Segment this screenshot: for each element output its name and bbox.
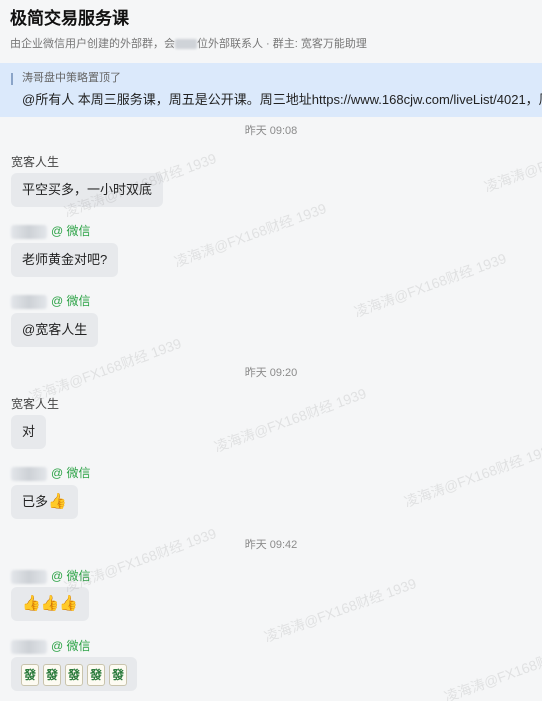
sender-name[interactable]: @ 微信 bbox=[11, 567, 91, 584]
subtitle-prefix: 由企业微信用户创建的外部群，会 bbox=[10, 38, 175, 50]
wechat-source-label: @ 微信 bbox=[51, 569, 91, 583]
message-text: 已多 bbox=[22, 494, 49, 509]
watermark: 凌海涛@FX168财经 1939 bbox=[352, 250, 509, 320]
wechat-source-label: @ 微信 bbox=[51, 466, 91, 480]
mahjong-fa-tile-icon: 發 bbox=[43, 663, 61, 686]
thumbs-up-icon: 👍 bbox=[59, 595, 79, 612]
subtitle-suffix: 位外部联系人 · 群主: 宽客万能助理 bbox=[197, 38, 367, 50]
watermark: 凌海涛@FX168财经 1939 bbox=[262, 575, 419, 645]
mahjong-fa-tile-icon: 發 bbox=[109, 663, 127, 686]
sender-name[interactable]: 宽客人生 bbox=[11, 153, 59, 170]
message-bubble[interactable]: 平空买多，一小时双底 bbox=[11, 173, 164, 207]
pinned-message[interactable]: 涛哥盘中策略置顶了 @所有人 本周三服务课，周五是公开课。周三地址https:/… bbox=[0, 63, 542, 117]
message-bubble[interactable]: 老师黄金对吧? bbox=[11, 243, 119, 277]
redacted-name bbox=[11, 224, 47, 239]
timestamp: 昨天 09:08 bbox=[244, 125, 298, 137]
thumbs-up-icon: 👍 bbox=[48, 493, 67, 510]
pinned-accent-bar bbox=[11, 73, 13, 85]
chat-subtitle: 由企业微信用户创建的外部群，会 位外部联系人 · 群主: 宽客万能助理 bbox=[10, 35, 532, 51]
mahjong-fa-tile-icon: 發 bbox=[65, 663, 83, 686]
watermark: 凌海涛@FX168财经 1939 bbox=[402, 440, 542, 510]
redacted-name bbox=[11, 639, 47, 654]
mahjong-fa-tile-icon: 發 bbox=[21, 663, 39, 686]
watermark: 凌海涛@FX168财经 1939 bbox=[62, 525, 219, 595]
message-bubble[interactable]: 👍👍👍 bbox=[11, 587, 90, 621]
wechat-source-label: @ 微信 bbox=[51, 294, 91, 308]
wechat-source-label: @ 微信 bbox=[51, 224, 91, 238]
member-count-redacted bbox=[175, 39, 197, 50]
mahjong-fa-tile-icon: 發 bbox=[87, 663, 105, 686]
redacted-name bbox=[11, 294, 47, 309]
wechat-source-label: @ 微信 bbox=[51, 639, 91, 653]
chat-header: 极简交易服务课 由企业微信用户创建的外部群，会 位外部联系人 · 群主: 宽客万能… bbox=[0, 0, 542, 60]
sender-name[interactable]: @ 微信 bbox=[11, 464, 91, 481]
chat-title[interactable]: 极简交易服务课 bbox=[10, 8, 532, 30]
sender-name[interactable]: @ 微信 bbox=[11, 637, 91, 654]
thumbs-up-icon: 👍 bbox=[22, 595, 41, 612]
message-bubble[interactable]: 發發發發發 bbox=[11, 657, 137, 691]
message-bubble[interactable]: 对 bbox=[11, 415, 47, 449]
sender-name[interactable]: @ 微信 bbox=[11, 222, 91, 239]
watermark: 凌海涛@FX168财经 1939 bbox=[172, 200, 329, 270]
watermark: 凌海涛@FX168财经 1939 bbox=[212, 385, 369, 455]
pinned-text: @所有人 本周三服务课，周五是公开课。周三地址https://www.168cj… bbox=[22, 92, 542, 107]
redacted-name bbox=[11, 569, 47, 584]
sender-name[interactable]: @ 微信 bbox=[11, 292, 91, 309]
thumbs-up-icon: 👍 bbox=[40, 595, 60, 612]
message-bubble[interactable]: @宽客人生 bbox=[11, 313, 99, 347]
pinned-source: 涛哥盘中策略置顶了 bbox=[22, 72, 121, 84]
watermark: 凌海涛@FX168财经 1939 bbox=[442, 635, 542, 701]
sender-name[interactable]: 宽客人生 bbox=[11, 395, 59, 412]
redacted-name bbox=[11, 466, 47, 481]
timestamp: 昨天 09:20 bbox=[244, 367, 298, 379]
timestamp: 昨天 09:42 bbox=[244, 539, 298, 551]
message-bubble[interactable]: 已多👍 bbox=[11, 485, 78, 519]
